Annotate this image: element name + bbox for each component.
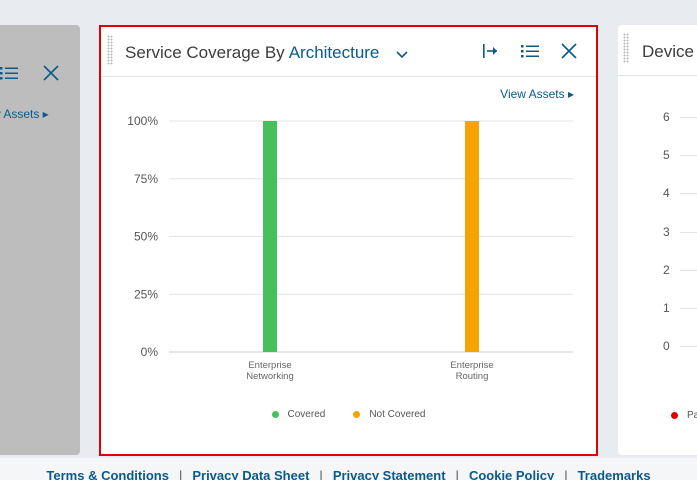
x-tick-label: Routing: [456, 371, 489, 382]
y-tick-label: 0: [663, 339, 670, 354]
drag-handle-icon[interactable]: [623, 33, 629, 63]
list-icon[interactable]: [520, 41, 540, 61]
service-coverage-card: Service Coverage By Architecture View Ass…: [99, 25, 598, 456]
close-icon[interactable]: [559, 41, 579, 61]
footer: Terms & Conditions | Privacy Data Sheet | Pr…: [0, 458, 697, 480]
grid-line: [680, 231, 697, 233]
card-header: Service Coverage By Architecture: [101, 27, 596, 77]
grid-line: [680, 193, 697, 195]
title-prefix: Service Coverage By: [125, 43, 285, 62]
architecture-selector[interactable]: Architecture: [289, 43, 380, 62]
grid-line: [680, 117, 697, 118]
x-tick-label: Networking: [246, 371, 294, 382]
footer-separator: |: [455, 468, 459, 480]
drag-handle-icon[interactable]: [107, 35, 113, 65]
expand-icon[interactable]: [481, 41, 501, 61]
view-assets-link[interactable]: View Assets ▸: [500, 87, 574, 101]
footer-link[interactable]: Privacy Statement: [333, 468, 446, 480]
footer-link[interactable]: Cookie Policy: [469, 468, 554, 480]
chevron-down-icon[interactable]: [395, 48, 409, 62]
card-title: Service Coverage By Architecture: [125, 43, 379, 63]
legend-item[interactable]: Not Covered: [353, 409, 425, 420]
y-tick-label: 6: [663, 110, 670, 124]
footer-link[interactable]: Privacy Data Sheet: [192, 468, 309, 480]
view-assets-link[interactable]: w Assets ▸: [0, 107, 49, 121]
device-card-title: Device: [642, 42, 694, 61]
footer-separator: |: [178, 468, 183, 480]
legend-label: Pa: [687, 410, 697, 421]
y-tick-label: 3: [663, 224, 670, 239]
y-tick-label: 100%: [127, 114, 158, 128]
x-tick-label: Enterprise: [450, 360, 493, 371]
close-icon[interactable]: [43, 65, 59, 81]
bar-not-covered: [465, 121, 479, 352]
grid-line: [680, 308, 697, 309]
legend-dot: [671, 412, 678, 419]
grid-line: [680, 269, 697, 271]
coverage-bar-chart: 0%25%50%75%100%EnterpriseNetworkingEnter…: [127, 114, 573, 382]
y-tick-label: 0%: [141, 345, 159, 359]
footer-link[interactable]: Trademarks: [578, 468, 651, 480]
y-tick-label: 4: [663, 186, 670, 201]
footer-separator: |: [564, 468, 568, 480]
list-icon[interactable]: [0, 65, 18, 81]
chart-legend: Covered Not Covered: [101, 409, 596, 421]
x-tick-label: Enterprise: [248, 360, 291, 371]
y-tick-label: 5: [663, 148, 670, 163]
legend-dot: [353, 411, 361, 418]
y-tick-label: 1: [663, 301, 670, 315]
footer-separator: |: [319, 468, 323, 480]
y-tick-label: 2: [663, 262, 670, 277]
legend-dot: [271, 411, 279, 418]
footer-link[interactable]: Terms & Conditions: [46, 468, 169, 480]
y-tick-label: 75%: [134, 172, 158, 186]
legend-label: Not Covered: [369, 409, 426, 420]
header-divider: [618, 75, 697, 76]
legend-item[interactable]: Covered: [271, 409, 326, 420]
grid-line: [680, 155, 697, 157]
left-dashboard-card: w Assets ▸: [0, 25, 80, 455]
y-tick-label: 50%: [134, 230, 158, 244]
legend-label: Covered: [287, 409, 326, 420]
grid-line: [680, 346, 697, 348]
y-tick-label: 25%: [134, 287, 158, 301]
bar-covered: [263, 121, 277, 352]
device-card: Device 6 5 4 3 2 1 0 Pa: [618, 25, 697, 455]
